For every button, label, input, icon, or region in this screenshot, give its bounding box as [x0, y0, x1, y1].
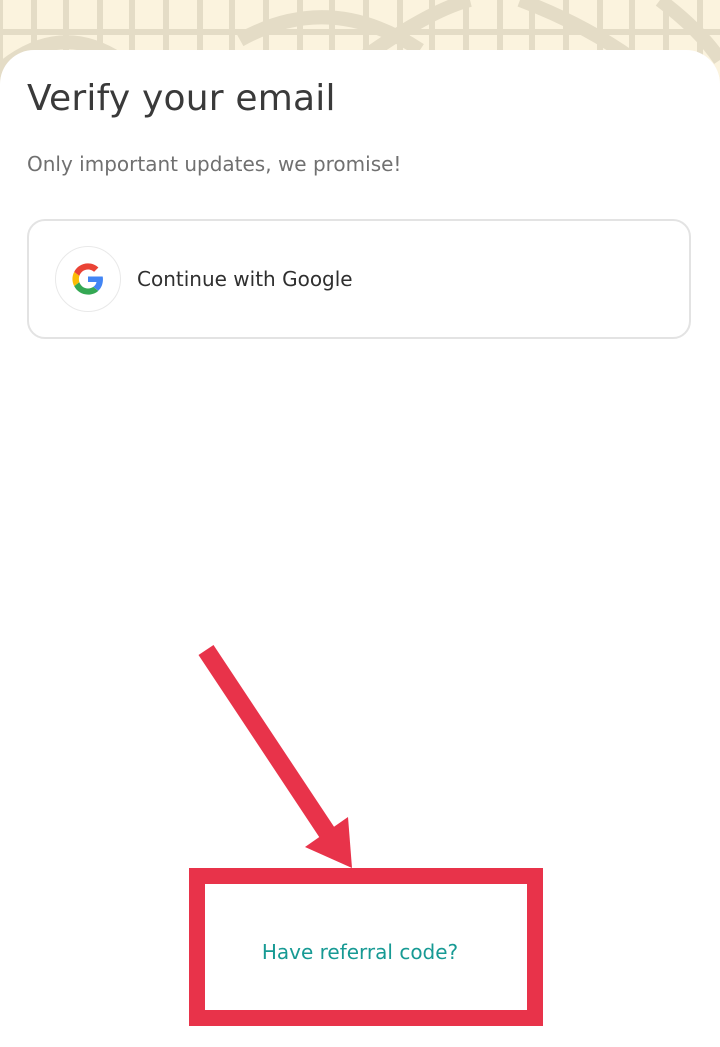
verify-email-screen: Verify your email Only important updates… [0, 0, 720, 1047]
have-referral-code-link[interactable]: Have referral code? [0, 940, 720, 964]
